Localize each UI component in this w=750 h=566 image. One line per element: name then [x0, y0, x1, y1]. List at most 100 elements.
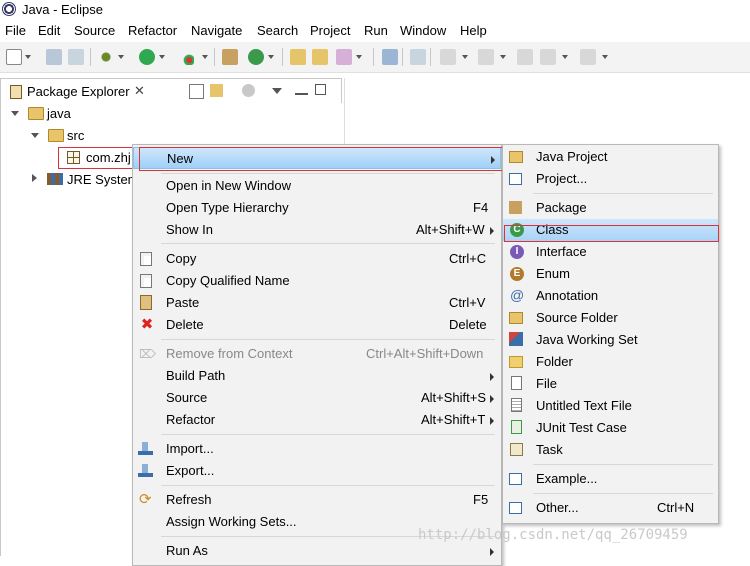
run-icon[interactable]	[139, 49, 155, 65]
console-icon[interactable]	[382, 49, 398, 65]
save-icon[interactable]	[46, 49, 62, 65]
chevron-down-icon[interactable]	[602, 55, 608, 59]
chevron-right-icon[interactable]	[32, 174, 37, 182]
menu-item-remove-from-context: ⌦ Remove from Context Ctrl+Alt+Shift+Dow…	[139, 346, 484, 361]
eclipse-logo-icon	[2, 2, 16, 16]
menu-item-import[interactable]: Import...	[133, 438, 501, 460]
link-with-editor-icon[interactable]	[210, 84, 223, 97]
menu-refactor[interactable]: Refactor	[128, 23, 177, 38]
menu-window[interactable]: Window	[400, 23, 446, 38]
chevron-down-icon[interactable]	[202, 55, 208, 59]
chevron-down-icon[interactable]	[500, 55, 506, 59]
save-all-icon[interactable]	[68, 49, 84, 65]
menu-item-refresh[interactable]: ⟳ Refresh F5	[133, 489, 501, 511]
new-submenu: Java Project Project... Package C Class …	[502, 144, 719, 524]
close-icon[interactable]: ✕	[134, 83, 145, 99]
menu-item-delete[interactable]: ✖ Delete Delete	[133, 314, 501, 336]
chevron-down-icon[interactable]	[356, 55, 362, 59]
open-task-icon[interactable]	[312, 49, 328, 65]
menu-bar: File Edit Source Refactor Navigate Searc…	[0, 20, 750, 42]
submenu-item-annotation[interactable]: @ Annotation	[503, 285, 718, 307]
chevron-down-icon[interactable]	[268, 55, 274, 59]
chevron-down-icon[interactable]	[11, 111, 19, 116]
last-edit-icon[interactable]	[517, 49, 533, 65]
menu-item-open-type-hierarchy[interactable]: Open Type Hierarchy F4	[133, 197, 501, 219]
menu-item-export[interactable]: Export...	[133, 460, 501, 482]
maximize-icon[interactable]	[315, 84, 326, 95]
toolbar-separator	[373, 48, 374, 66]
new-package-icon[interactable]	[222, 49, 238, 65]
tree-item-label: JRE System	[67, 172, 139, 187]
menu-search[interactable]: Search	[257, 23, 298, 38]
submenu-item-file[interactable]: File	[503, 373, 718, 395]
submenu-item-java-working-set[interactable]: Java Working Set	[503, 329, 718, 351]
submenu-item-java-project[interactable]: Java Project	[503, 146, 718, 168]
package-explorer-tab[interactable]: Package Explorer ✕	[0, 78, 342, 103]
menu-edit[interactable]: Edit	[38, 23, 60, 38]
view-menu-icon[interactable]	[272, 88, 282, 94]
debug-icon[interactable]	[98, 49, 114, 65]
new-highlight-box	[139, 147, 511, 171]
chevron-down-icon[interactable]	[462, 55, 468, 59]
submenu-item-untitled-text-file[interactable]: Untitled Text File	[503, 395, 718, 417]
folder-icon	[509, 356, 523, 368]
submenu-item-example[interactable]: Example...	[503, 468, 718, 490]
menu-item-build-path[interactable]: Build Path	[133, 365, 501, 387]
submenu-item-enum[interactable]: E Enum	[503, 263, 718, 285]
annotation-icon: @	[510, 287, 525, 303]
submenu-item-interface[interactable]: I Interface	[503, 241, 718, 263]
back-icon[interactable]	[540, 49, 556, 65]
tree-item-label: java	[47, 106, 71, 121]
submenu-item-folder[interactable]: Folder	[503, 351, 718, 373]
submenu-item-junit-test-case[interactable]: JUnit Test Case	[503, 417, 718, 439]
menu-item-source[interactable]: Source Alt+Shift+S	[133, 387, 501, 409]
task-icon	[510, 443, 523, 456]
minimize-icon[interactable]	[295, 93, 308, 95]
menu-item-refactor[interactable]: Refactor Alt+Shift+T	[133, 409, 501, 431]
previous-annotation-icon[interactable]	[478, 49, 494, 65]
title-bar: Java - Eclipse	[0, 0, 750, 20]
chevron-down-icon[interactable]	[159, 55, 165, 59]
tree-item-java[interactable]: java	[1, 102, 341, 124]
remove-context-icon: ⌦	[139, 347, 156, 361]
open-type-icon[interactable]	[290, 49, 306, 65]
menu-item-run-as[interactable]: Run As	[133, 540, 501, 562]
example-icon	[509, 473, 522, 485]
submenu-item-other[interactable]: Other... Ctrl+N	[503, 497, 718, 519]
submenu-item-source-folder[interactable]: Source Folder	[503, 307, 718, 329]
menu-item-copy[interactable]: Copy Ctrl+C	[133, 248, 501, 270]
submenu-item-project[interactable]: Project...	[503, 168, 718, 190]
menu-item-paste[interactable]: Paste Ctrl+V	[133, 292, 501, 314]
submenu-item-task[interactable]: Task	[503, 439, 718, 461]
search-icon[interactable]	[336, 49, 352, 65]
tree-item-src[interactable]: src	[1, 124, 341, 146]
toolbar-separator	[90, 48, 91, 66]
chevron-down-icon[interactable]	[31, 133, 39, 138]
toggle-mark-icon[interactable]	[410, 49, 426, 65]
menu-help[interactable]: Help	[460, 23, 487, 38]
menu-source[interactable]: Source	[74, 23, 115, 38]
submenu-item-package[interactable]: Package	[503, 197, 718, 219]
menu-run[interactable]: Run	[364, 23, 388, 38]
chevron-down-icon[interactable]	[562, 55, 568, 59]
toolbar-separator	[282, 48, 283, 66]
toolbar-separator	[214, 48, 215, 66]
chevron-right-icon	[490, 373, 494, 381]
external-tools-icon[interactable]	[178, 49, 194, 65]
collapse-all-icon[interactable]	[189, 84, 204, 99]
chevron-down-icon[interactable]	[118, 55, 124, 59]
menu-item-open-new-window[interactable]: Open in New Window	[133, 175, 501, 197]
package-explorer-title: Package Explorer	[27, 84, 130, 99]
menu-file[interactable]: File	[5, 23, 26, 38]
chevron-down-icon[interactable]	[25, 55, 31, 59]
new-icon[interactable]	[6, 49, 22, 65]
focus-task-icon[interactable]	[242, 84, 255, 97]
forward-icon[interactable]	[580, 49, 596, 65]
text-file-icon	[511, 398, 522, 412]
next-annotation-icon[interactable]	[440, 49, 456, 65]
menu-item-copy-qualified-name[interactable]: Copy Qualified Name	[133, 270, 501, 292]
new-class-icon[interactable]	[248, 49, 264, 65]
menu-navigate[interactable]: Navigate	[191, 23, 242, 38]
menu-item-show-in[interactable]: Show In Alt+Shift+W	[133, 219, 501, 241]
menu-project[interactable]: Project	[310, 23, 350, 38]
